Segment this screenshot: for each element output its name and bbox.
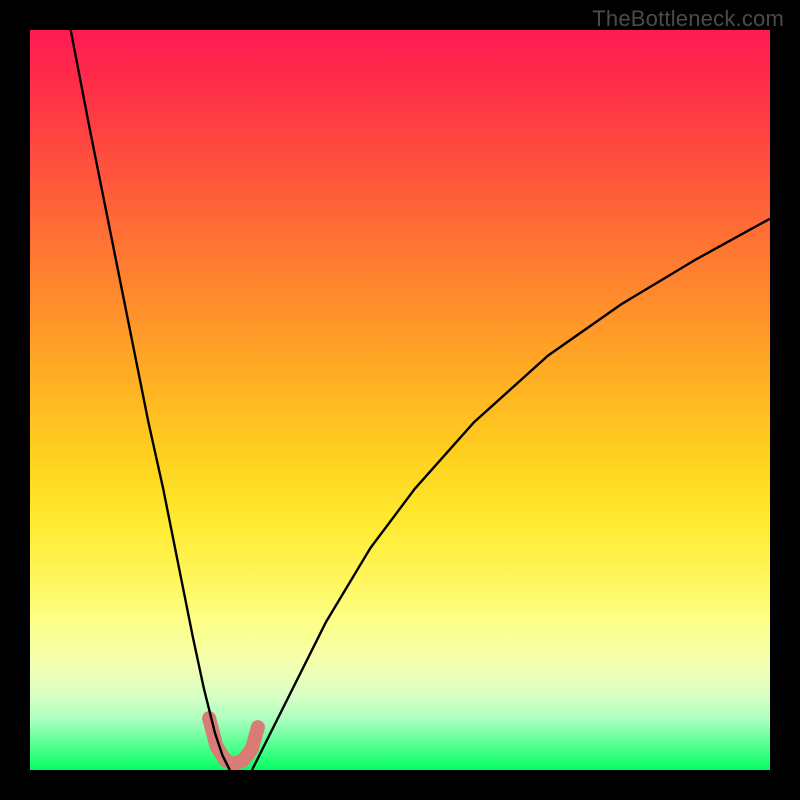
valley-marker: [209, 718, 258, 764]
watermark-text: TheBottleneck.com: [592, 6, 784, 32]
curve-right-branch: [252, 219, 770, 770]
curve-left-branch: [71, 30, 230, 770]
plot-area: [30, 30, 770, 770]
chart-frame: TheBottleneck.com: [0, 0, 800, 800]
curve-layer: [30, 30, 770, 770]
